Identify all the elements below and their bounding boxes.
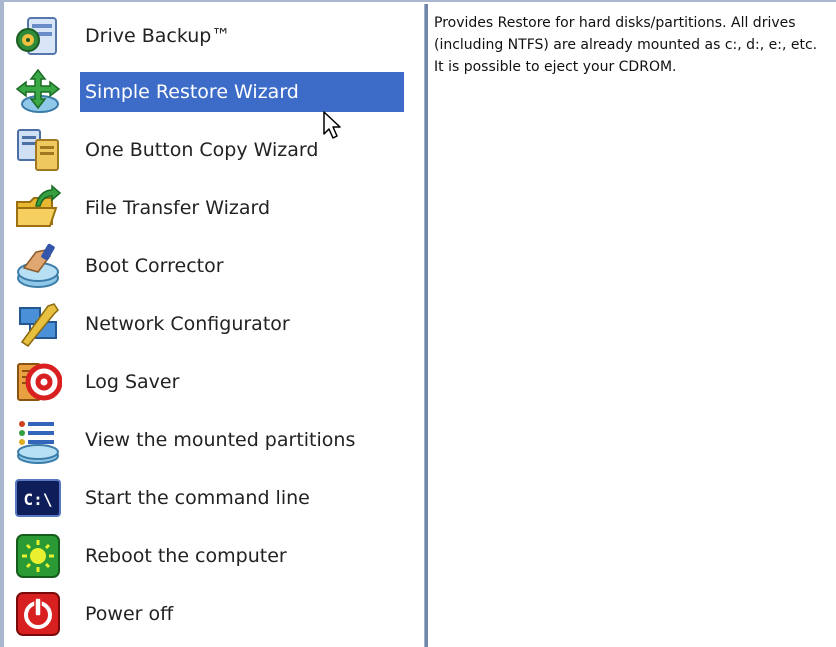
command-line-icon: C:\ bbox=[14, 474, 62, 522]
drive-backup-icon bbox=[14, 12, 62, 60]
menu-item-boot-corrector[interactable]: Boot Corrector bbox=[8, 238, 422, 294]
menu-item-label: Network Configurator bbox=[85, 313, 290, 335]
restore-wizard-icon bbox=[14, 68, 62, 116]
menu-item-label: Simple Restore Wizard bbox=[80, 72, 404, 112]
pane-divider[interactable] bbox=[424, 4, 428, 647]
menu-item-simple-restore-wizard[interactable]: Simple Restore Wizard bbox=[8, 64, 422, 120]
file-transfer-icon bbox=[14, 184, 62, 232]
tools-menu: Drive Backup™ Simple Restore Wizard One … bbox=[8, 4, 422, 647]
menu-item-label: Log Saver bbox=[85, 371, 180, 393]
network-config-icon bbox=[14, 300, 62, 348]
boot-corrector-icon bbox=[14, 242, 62, 290]
menu-item-label: View the mounted partitions bbox=[85, 429, 356, 451]
menu-item-label: Boot Corrector bbox=[85, 255, 224, 277]
copy-wizard-icon bbox=[14, 126, 62, 174]
description-text: Provides Restore for hard disks/partitio… bbox=[434, 15, 818, 75]
menu-item-view-mounted-partitions[interactable]: View the mounted partitions bbox=[8, 412, 422, 468]
description-pane: Provides Restore for hard disks/partitio… bbox=[430, 4, 836, 647]
menu-item-drive-backup[interactable]: Drive Backup™ bbox=[8, 8, 422, 64]
menu-item-power-off[interactable]: Power off bbox=[8, 586, 422, 642]
menu-item-log-saver[interactable]: Log Saver bbox=[8, 354, 422, 410]
power-off-icon bbox=[14, 590, 62, 638]
menu-item-network-configurator[interactable]: Network Configurator bbox=[8, 296, 422, 352]
log-saver-icon bbox=[14, 358, 62, 406]
menu-item-label: Drive Backup™ bbox=[85, 25, 231, 47]
menu-item-reboot-computer[interactable]: Reboot the computer bbox=[8, 528, 422, 584]
menu-item-one-button-copy-wizard[interactable]: One Button Copy Wizard bbox=[8, 122, 422, 178]
menu-item-label: Reboot the computer bbox=[85, 545, 287, 567]
mounted-partitions-icon bbox=[14, 416, 62, 464]
menu-item-start-command-line[interactable]: C:\ Start the command line bbox=[8, 470, 422, 526]
menu-item-file-transfer-wizard[interactable]: File Transfer Wizard bbox=[8, 180, 422, 236]
menu-item-label: Power off bbox=[85, 603, 174, 625]
reboot-icon bbox=[14, 532, 62, 580]
svg-text:C:\: C:\ bbox=[24, 490, 53, 509]
menu-item-label: Start the command line bbox=[85, 487, 310, 509]
menu-item-label: File Transfer Wizard bbox=[85, 197, 271, 219]
menu-item-label: One Button Copy Wizard bbox=[85, 139, 319, 161]
